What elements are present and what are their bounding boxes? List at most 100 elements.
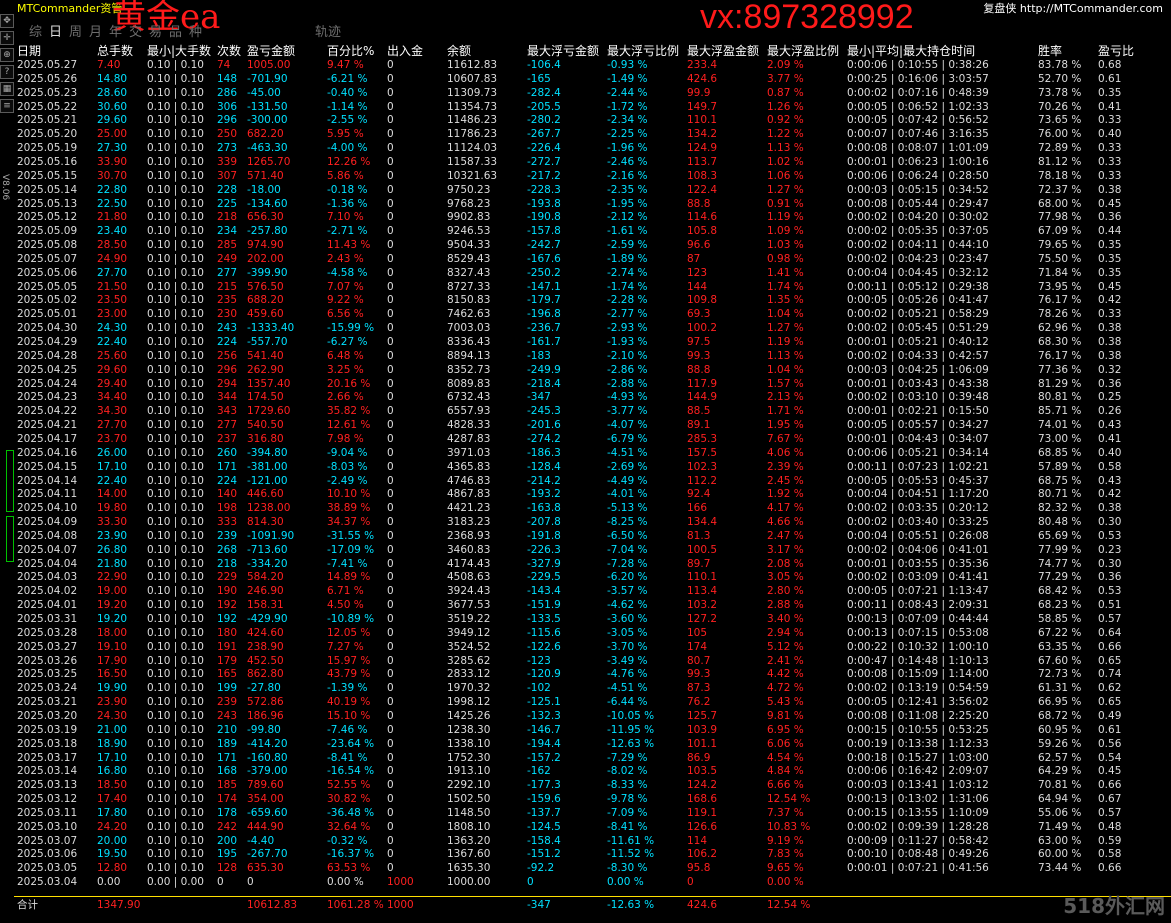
cell-2: 0.10 | 0.10: [147, 142, 204, 155]
cell-13: 73.65 %: [1038, 114, 1082, 127]
help-icon[interactable]: ?: [0, 65, 14, 79]
cell-3: 74: [217, 59, 231, 71]
col-header-12[interactable]: 最小|平均|最大持仓时间: [847, 42, 975, 59]
cell-0: 2025.05.12: [17, 211, 78, 224]
col-header-9[interactable]: 最大浮亏比例: [607, 42, 679, 59]
cell-0: 2025.05.19: [17, 142, 78, 155]
cell-4: 814.30: [247, 516, 284, 529]
cell-14: 0.33: [1098, 142, 1122, 155]
cell-4: 446.60: [247, 488, 284, 501]
col-header-13[interactable]: 胜率: [1038, 42, 1062, 59]
cell-3: 191: [217, 640, 238, 653]
cell-12: 0:00:10 | 0:08:48 | 0:49:26: [847, 848, 989, 861]
cell-12: 0:00:06 | 0:06:24 | 0:28:50: [847, 169, 989, 182]
cell-2: 0.10 | 0.10: [147, 571, 204, 584]
col-header-4[interactable]: 盈亏金额: [247, 42, 295, 59]
col-header-11[interactable]: 最大浮盈比例: [767, 42, 839, 59]
move-icon[interactable]: ✥: [0, 14, 14, 28]
col-header-10[interactable]: 最大浮盈金额: [687, 42, 759, 59]
cell-4: 584.20: [247, 571, 284, 584]
cell-6: 0: [387, 654, 394, 667]
cell-12: 0:00:02 | 0:04:11 | 0:44:10: [847, 239, 989, 252]
cell-8: -194.4: [527, 737, 561, 750]
cell-13: 76.17 %: [1038, 349, 1082, 362]
tab-2[interactable]: 周: [69, 21, 82, 40]
cell-4: 572.86: [247, 696, 284, 709]
col-header-1[interactable]: 总手数: [97, 42, 133, 59]
cell-11: 1.57 %: [767, 377, 804, 390]
cell-11: 4.72 %: [767, 682, 804, 695]
cell-2: 0.10 | 0.10: [147, 709, 204, 722]
brand-link[interactable]: 复盘侠 http://MTCommander.com: [983, 0, 1163, 16]
col-header-5[interactable]: 百分比%: [327, 42, 374, 59]
cell-10: 106.2: [687, 848, 718, 861]
tab-1[interactable]: 日: [49, 21, 62, 40]
cell-5: 11.43 %: [327, 239, 371, 252]
col-header-0[interactable]: 日期: [17, 42, 41, 59]
cell-3: 179: [217, 654, 238, 667]
cell-12: 0:00:05 | 0:05:26 | 0:41:47: [847, 294, 989, 307]
tile-icon[interactable]: ▦: [0, 82, 14, 96]
cell-12: 0:00:13 | 0:07:15 | 0:53:08: [847, 626, 989, 639]
tab-7[interactable]: 品: [169, 21, 182, 40]
cell-1: 14.80: [97, 72, 128, 85]
cell-8: -229.5: [527, 571, 561, 584]
cell-13: 68.42 %: [1038, 585, 1082, 598]
col-header-8[interactable]: 最大浮亏金额: [527, 42, 599, 59]
cell-14: 0.36: [1098, 211, 1122, 224]
col-header-6[interactable]: 出入金: [387, 42, 423, 59]
cell-6: 0: [387, 543, 394, 556]
cell-5: -17.09 %: [327, 543, 375, 556]
tab-0[interactable]: 综: [29, 21, 42, 40]
cell-14: 0.58: [1098, 848, 1122, 861]
cell-9: -1.89 %: [607, 252, 648, 265]
col-header-14[interactable]: 盈亏比: [1098, 42, 1134, 59]
brand-url[interactable]: http://MTCommander.com: [1020, 2, 1163, 15]
zoom-icon[interactable]: ⊕: [0, 48, 14, 62]
col-header-2[interactable]: 最小|大手数: [147, 42, 211, 59]
col-header-3[interactable]: 次数: [217, 42, 241, 59]
side-bar-1: [6, 516, 14, 562]
cell-9: -8.25 %: [607, 516, 648, 529]
cell-10: 88.8: [687, 197, 711, 210]
cell-8: -272.7: [527, 155, 561, 168]
cell-9: -2.25 %: [607, 128, 648, 141]
cell-6: 0: [387, 709, 394, 722]
cell-6: 0: [387, 502, 394, 515]
cell-3: 277: [217, 266, 238, 279]
cell-6: 0: [387, 59, 394, 71]
cell-3: 260: [217, 446, 238, 459]
cell-5: 43.79 %: [327, 668, 371, 681]
cell-11: 1.04 %: [767, 363, 804, 376]
tab-5[interactable]: 交: [129, 21, 142, 40]
cell-4: 1357.40: [247, 377, 291, 390]
tab-9[interactable]: 轨迹: [315, 21, 341, 40]
cell-8: -196.8: [527, 308, 561, 321]
cell-5: -10.89 %: [327, 613, 375, 625]
cell-6: 0: [387, 626, 394, 639]
crosshair-icon[interactable]: ✛: [0, 31, 14, 45]
col-header-7[interactable]: 余额: [447, 42, 471, 59]
cell-1: 21.00: [97, 723, 128, 736]
cell-5: -2.55 %: [327, 114, 368, 127]
list-icon[interactable]: ≡: [0, 99, 14, 113]
cell-14: 0.33: [1098, 114, 1122, 127]
cell-10: 99.9: [687, 86, 711, 99]
cell-1: 16.80: [97, 765, 128, 778]
cell-5: 35.82 %: [327, 405, 371, 418]
cell-3: 243: [217, 709, 238, 722]
tab-6[interactable]: 易: [149, 21, 162, 40]
tab-3[interactable]: 月: [89, 21, 102, 40]
cell-7: 1338.10: [447, 737, 491, 750]
cell-10: 89.7: [687, 557, 711, 570]
cell-2: 0.10 | 0.10: [147, 86, 204, 99]
cell-5: 40.19 %: [327, 696, 371, 709]
cell-6: 0: [387, 239, 394, 252]
cell-4: -713.60: [247, 543, 288, 556]
cell-1: 30.60: [97, 100, 128, 113]
cell-2: 0.10 | 0.10: [147, 197, 204, 210]
tab-4[interactable]: 年: [109, 21, 122, 40]
cell-12: 0:00:11 | 0:08:43 | 2:09:31: [847, 599, 989, 612]
cell-6: 0: [387, 862, 394, 875]
tab-8[interactable]: 种: [189, 21, 202, 40]
